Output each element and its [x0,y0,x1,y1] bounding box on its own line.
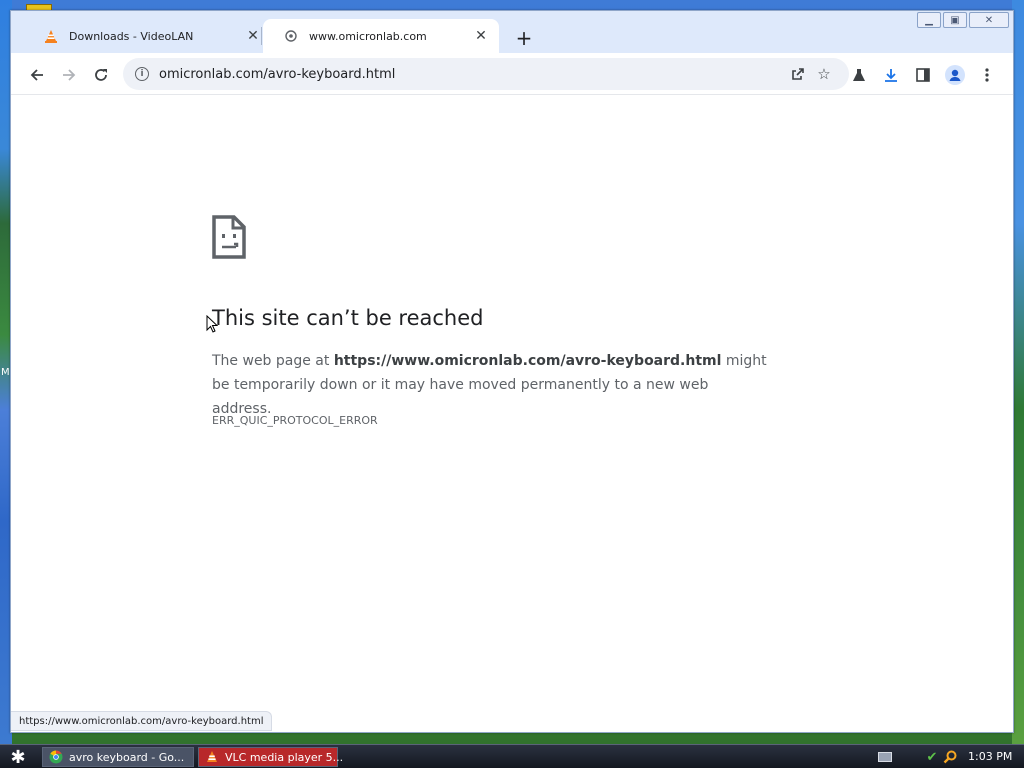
tab-close-icon[interactable]: ✕ [245,28,261,44]
person-icon [945,65,965,85]
url-text[interactable]: omicronlab.com/avro-keyboard.html [159,67,395,82]
tab-title: www.omicronlab.com [309,29,427,43]
error-code: ERR_QUIC_PROTOCOL_ERROR [212,414,378,427]
sad-page-icon [212,215,246,259]
error-body-url: https://www.omicronlab.com/avro-keyboard… [333,353,722,369]
tab-separator [261,27,262,45]
error-title: This site can’t be reached [212,306,484,330]
tab-strip: Downloads - VideoLAN ✕ www.omicronlab.co… [11,11,1013,53]
share-icon[interactable] [787,63,809,85]
labs-flask-icon[interactable] [845,61,873,89]
error-page: This site can’t be reached The web page … [11,96,1013,732]
taskbar-item-label: avro keyboard - Go... [69,750,185,764]
search-icon[interactable] [942,749,958,765]
back-button[interactable] [23,61,51,89]
reload-icon [95,69,107,81]
error-description: The web page at https://www.omicronlab.c… [212,349,772,421]
profile-avatar[interactable] [941,61,969,89]
forward-button[interactable] [55,61,83,89]
address-bar[interactable]: i omicronlab.com/avro-keyboard.html ☆ [123,58,849,90]
taskbar-item-vlc[interactable]: VLC media player 5... [198,747,343,767]
tab-omicronlab[interactable]: www.omicronlab.com ✕ [263,19,499,53]
status-url-bubble: https://www.omicronlab.com/avro-keyboard… [11,711,273,731]
tab-title: Downloads - VideoLAN [69,29,194,43]
taskbar: ✱ avro keyboard - Go... VLC media player… [0,744,1024,768]
network-icon[interactable]: ✔ [924,749,940,765]
reload-button[interactable] [87,61,115,89]
tab-downloads-videolan[interactable]: Downloads - VideoLAN ✕ [23,19,271,53]
kebab-menu-icon [985,68,989,82]
clock[interactable]: 1:03 PM [968,750,1012,763]
keyboard-layout-icon[interactable] [878,752,892,762]
bookmark-star-icon[interactable]: ☆ [813,63,835,85]
globe-icon [283,28,299,44]
browser-window: Downloads - VideoLAN ✕ www.omicronlab.co… [10,10,1014,733]
vlc-cone-icon [205,750,219,764]
side-panel-icon [916,68,930,82]
start-star-icon: ✱ [10,746,26,768]
arrow-right-icon [63,69,76,81]
desktop-edge-text: M [1,367,10,378]
downloads-button[interactable] [877,61,905,89]
menu-button[interactable] [973,61,1001,89]
taskbar-item-chrome[interactable]: avro keyboard - Go... [42,747,194,767]
side-panel-button[interactable] [909,61,937,89]
error-body-prefix: The web page at [212,353,334,369]
mouse-cursor-icon [206,315,218,333]
browser-toolbar: i omicronlab.com/avro-keyboard.html ☆ [11,53,1013,95]
site-info-icon[interactable]: i [135,67,149,81]
minimize-button[interactable]: ▁ [917,12,941,28]
close-window-button[interactable]: ✕ [969,12,1009,28]
window-controls: ▁ ▣ ✕ [917,12,1009,28]
vlc-cone-icon [43,28,59,44]
arrow-left-icon [30,69,43,81]
chrome-icon [49,750,63,764]
tab-close-icon[interactable]: ✕ [473,28,489,44]
maximize-button[interactable]: ▣ [943,12,967,28]
start-button[interactable]: ✱ [6,746,30,768]
download-icon [885,69,897,82]
taskbar-item-label: VLC media player 5... [225,750,344,764]
new-tab-button[interactable]: + [511,25,537,51]
